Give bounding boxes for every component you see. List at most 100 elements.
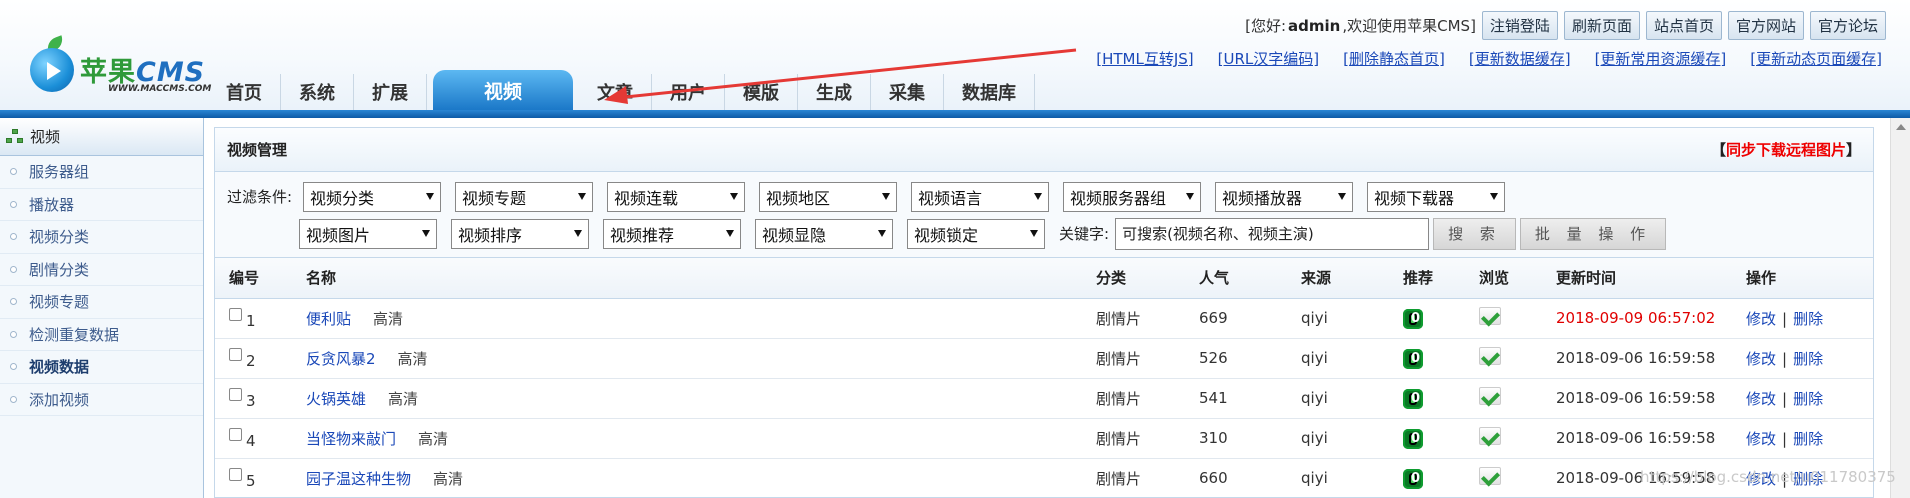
- video-name-link[interactable]: 园子温这种生物: [306, 470, 411, 488]
- site-home-button[interactable]: 站点首页: [1645, 11, 1722, 40]
- row-id: 4: [246, 432, 256, 450]
- sidebar-header: 视频: [0, 118, 203, 156]
- row-id: 2: [246, 352, 256, 370]
- nav-article[interactable]: 文章: [579, 74, 652, 110]
- bullet-icon: [10, 265, 17, 273]
- browse-check-icon[interactable]: [1479, 387, 1501, 405]
- batch-operation-button[interactable]: 批 量 操 作: [1519, 217, 1667, 250]
- top-toolbar: [您好: admin ,欢迎使用苹果CMS] 注销登陆 刷新页面 站点首页 官方网站…: [1245, 11, 1886, 40]
- filter-recommend-select[interactable]: 视频推荐: [603, 218, 741, 249]
- nav-database[interactable]: 数据库: [944, 74, 1035, 110]
- browse-check-icon[interactable]: [1479, 347, 1501, 365]
- sidebar-item-server-group[interactable]: 服务器组: [0, 156, 203, 189]
- delete-link[interactable]: 删除: [1793, 310, 1823, 328]
- recommend-icon[interactable]: 0: [1403, 468, 1423, 489]
- sync-remote-images-link[interactable]: 【同步下载远程图片】: [1711, 139, 1861, 160]
- filter-language-select[interactable]: 视频语言: [911, 181, 1049, 212]
- nav-generate[interactable]: 生成: [798, 74, 871, 110]
- filter-visibility-select[interactable]: 视频显隐: [755, 218, 893, 249]
- panel-title: 视频管理: [227, 141, 288, 159]
- video-quality: 高清: [388, 389, 419, 408]
- recommend-icon[interactable]: 0: [1403, 428, 1423, 449]
- nav-extend[interactable]: 扩展: [354, 74, 427, 110]
- recommend-icon[interactable]: 0: [1403, 348, 1423, 369]
- row-checkbox[interactable]: [229, 428, 242, 441]
- table-row: 5 园子温这种生物 高清 剧情片 660 qiyi 0 2018-09-06 16…: [215, 458, 1873, 497]
- nav-collect[interactable]: 采集: [871, 74, 944, 110]
- official-site-button[interactable]: 官方网站: [1727, 11, 1804, 40]
- sidebar-item-video-topic[interactable]: 视频专题: [0, 286, 203, 319]
- nav-template[interactable]: 模版: [725, 74, 798, 110]
- update-time: 2018-09-06 16:59:58: [1542, 378, 1732, 419]
- nav-video[interactable]: 视频: [433, 70, 573, 110]
- filter-server-group-select[interactable]: 视频服务器组: [1063, 181, 1201, 212]
- video-source: qiyi: [1287, 298, 1389, 339]
- filter-video-topic-select[interactable]: 视频专题: [455, 181, 593, 212]
- row-checkbox[interactable]: [229, 348, 242, 361]
- col-browse: 浏览: [1465, 258, 1542, 299]
- caret-down-icon: [426, 193, 434, 200]
- filter-downloader-select[interactable]: 视频下载器: [1367, 181, 1505, 212]
- nav-system[interactable]: 系统: [281, 74, 354, 110]
- sidebar-item-video-category[interactable]: 视频分类: [0, 221, 203, 254]
- sidebar-item-add-video[interactable]: 添加视频: [0, 384, 203, 416]
- filter-area-select[interactable]: 视频地区: [759, 181, 897, 212]
- bullet-icon: [10, 168, 17, 176]
- filter-label: 过滤条件:: [227, 188, 293, 206]
- nav-user[interactable]: 用户: [652, 74, 725, 110]
- maccms-logo[interactable]: 苹果CMS WWW.MACCMS.COM: [26, 35, 211, 102]
- sidebar-item-player[interactable]: 播放器: [0, 189, 203, 221]
- url-encode-link[interactable]: [URL汉字编码]: [1218, 48, 1319, 69]
- edit-link[interactable]: 修改: [1746, 350, 1776, 368]
- filter-sort-select[interactable]: 视频排序: [451, 218, 589, 249]
- bullet-icon: [10, 330, 17, 338]
- edit-link[interactable]: 修改: [1746, 390, 1776, 408]
- table-row: 2 反贪风暴2 高清 剧情片 526 qiyi 0 2018-09-06 16:5…: [215, 338, 1873, 379]
- update-dynamic-cache-link[interactable]: [更新动态页面缓存]: [1750, 48, 1882, 69]
- nav-home[interactable]: 首页: [210, 74, 281, 110]
- col-hits: 人气: [1185, 258, 1287, 299]
- browse-check-icon[interactable]: [1479, 307, 1501, 325]
- row-checkbox[interactable]: [229, 308, 242, 321]
- delete-link[interactable]: 删除: [1793, 390, 1823, 408]
- edit-link[interactable]: 修改: [1746, 430, 1776, 448]
- sidebar-item-video-data[interactable]: 视频数据: [0, 351, 203, 384]
- logout-button[interactable]: 注销登陆: [1481, 11, 1558, 40]
- recommend-icon[interactable]: 0: [1403, 388, 1423, 409]
- caret-down-icon: [878, 230, 886, 237]
- filter-player-select[interactable]: 视频播放器: [1215, 181, 1353, 212]
- filter-video-category-select[interactable]: 视频分类: [303, 181, 441, 212]
- nav-bar: [0, 110, 1910, 118]
- video-name-link[interactable]: 反贪风暴2: [306, 350, 376, 368]
- video-name-link[interactable]: 当怪物来敲门: [306, 430, 396, 448]
- update-resource-cache-link[interactable]: [更新常用资源缓存]: [1595, 48, 1727, 69]
- official-forum-button[interactable]: 官方论坛: [1809, 11, 1886, 40]
- scroll-up-icon[interactable]: [1895, 124, 1906, 130]
- browse-check-icon[interactable]: [1479, 467, 1501, 485]
- tree-icon: [6, 128, 24, 145]
- html-to-js-link[interactable]: [HTML互转JS]: [1096, 48, 1193, 69]
- update-data-cache-link[interactable]: [更新数据缓存]: [1469, 48, 1571, 69]
- video-name-link[interactable]: 便利贴: [306, 310, 351, 328]
- refresh-page-button[interactable]: 刷新页面: [1563, 11, 1640, 40]
- search-button[interactable]: 搜 索: [1433, 217, 1516, 250]
- filter-lock-select[interactable]: 视频锁定: [907, 218, 1045, 249]
- delete-link[interactable]: 删除: [1793, 430, 1823, 448]
- filter-serial-select[interactable]: 视频连载: [607, 181, 745, 212]
- keyword-input[interactable]: 可搜索(视频名称、视频主演): [1115, 217, 1430, 250]
- delete-static-home-link[interactable]: [删除静态首页]: [1343, 48, 1445, 69]
- page-scrollbar[interactable]: [1890, 118, 1910, 498]
- edit-link[interactable]: 修改: [1746, 310, 1776, 328]
- video-hits: 310: [1185, 418, 1287, 459]
- recommend-icon[interactable]: 0: [1403, 308, 1423, 329]
- filter-image-select[interactable]: 视频图片: [299, 218, 437, 249]
- row-checkbox[interactable]: [229, 468, 242, 481]
- row-checkbox[interactable]: [229, 388, 242, 401]
- delete-link[interactable]: 删除: [1793, 350, 1823, 368]
- video-name-link[interactable]: 火锅英雄: [306, 390, 366, 408]
- browse-check-icon[interactable]: [1479, 427, 1501, 445]
- sidebar-item-check-duplicates[interactable]: 检测重复数据: [0, 319, 203, 351]
- col-recommend: 推荐: [1389, 258, 1465, 299]
- video-category: 剧情片: [1082, 298, 1185, 339]
- sidebar-item-plot-category[interactable]: 剧情分类: [0, 254, 203, 286]
